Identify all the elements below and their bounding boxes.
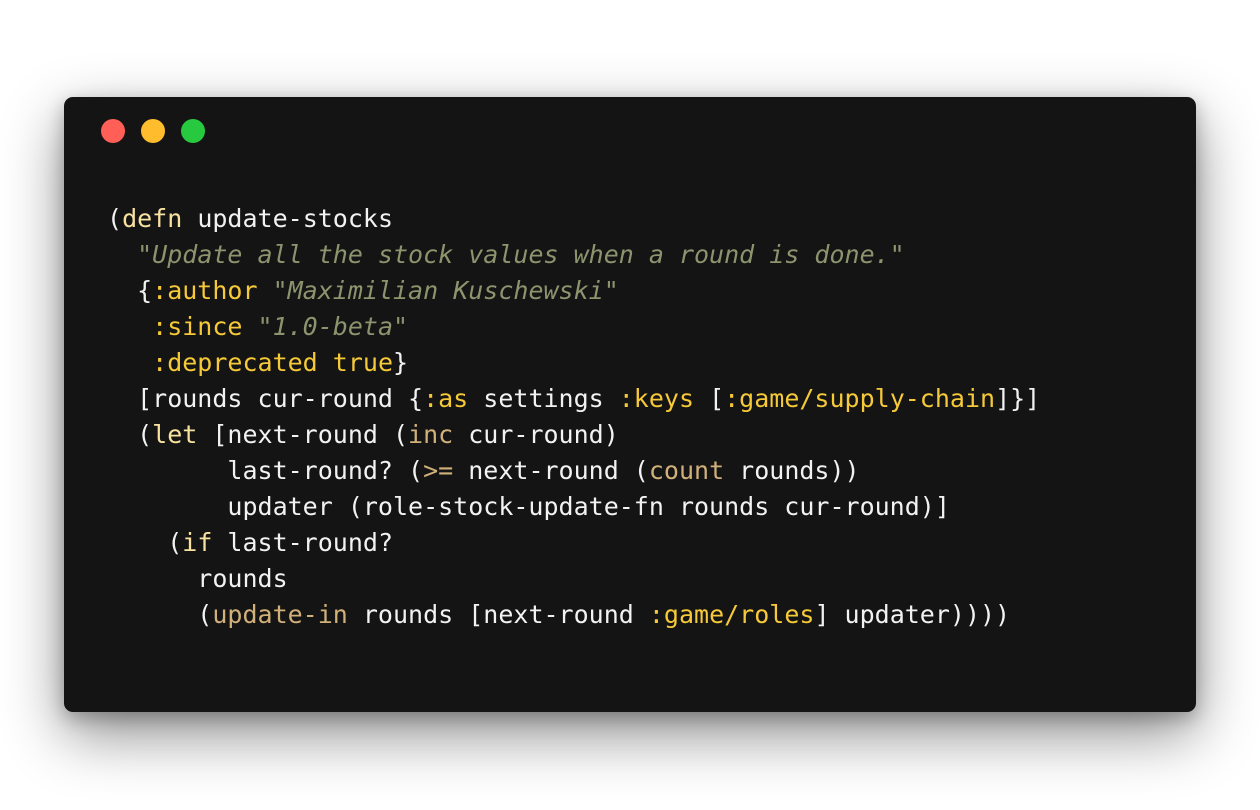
code-keyword: :deprecated bbox=[152, 348, 318, 377]
code-text: [rounds cur-round { bbox=[107, 384, 424, 413]
code-text: [next-round ( bbox=[197, 420, 409, 449]
code-text: ( bbox=[107, 420, 153, 449]
code-keyword: :game/roles bbox=[648, 600, 815, 629]
code-special-form: defn bbox=[122, 204, 183, 233]
code-text: next-round ( bbox=[453, 456, 649, 485]
code-window: (defn update-stocks "Update all the stoc… bbox=[64, 97, 1196, 712]
code-text: last-round? ( bbox=[107, 456, 424, 485]
code-line: :since "1.0-beta" bbox=[107, 309, 1040, 345]
code-text: settings bbox=[468, 384, 619, 413]
code-text: last-round? bbox=[212, 528, 393, 557]
window-controls bbox=[101, 119, 205, 143]
minimize-dot-icon[interactable] bbox=[141, 119, 165, 143]
code-text: cur-round) bbox=[453, 420, 619, 449]
code-function: inc bbox=[408, 420, 454, 449]
code-line: (if last-round? bbox=[107, 525, 1040, 561]
code-text: rounds)) bbox=[724, 456, 860, 485]
code-keyword: :as bbox=[423, 384, 469, 413]
code-line: [rounds cur-round {:as settings :keys [:… bbox=[107, 381, 1040, 417]
code-text: ( bbox=[107, 600, 213, 629]
code-function: update-in bbox=[212, 600, 348, 629]
maximize-dot-icon[interactable] bbox=[181, 119, 205, 143]
code-keyword: true bbox=[332, 348, 394, 377]
close-dot-icon[interactable] bbox=[101, 119, 125, 143]
code-line: {:author "Maximilian Kuschewski" bbox=[107, 273, 1040, 309]
code-text: ] updater)))) bbox=[814, 600, 1011, 629]
code-text: } bbox=[393, 348, 409, 377]
code-special-form: let bbox=[152, 420, 198, 449]
code-text: ]}] bbox=[995, 384, 1041, 413]
code-text: ( bbox=[107, 528, 183, 557]
code-block: (defn update-stocks "Update all the stoc… bbox=[107, 201, 1040, 633]
code-line: (let [next-round (inc cur-round) bbox=[107, 417, 1040, 453]
code-text: [ bbox=[694, 384, 725, 413]
code-line: (defn update-stocks bbox=[107, 201, 1040, 237]
code-text: ( bbox=[107, 204, 123, 233]
code-text: updater (role-stock-update-fn rounds cur… bbox=[107, 492, 950, 521]
code-line: rounds bbox=[107, 561, 1040, 597]
code-line: updater (role-stock-update-fn rounds cur… bbox=[107, 489, 1040, 525]
code-line: :deprecated true} bbox=[107, 345, 1040, 381]
code-keyword: :author bbox=[152, 276, 258, 305]
code-string: "1.0-beta" bbox=[257, 312, 409, 341]
code-line: "Update all the stock values when a roun… bbox=[107, 237, 1040, 273]
code-function: >= bbox=[423, 456, 454, 485]
code-keyword: :since bbox=[152, 312, 243, 341]
code-function: count bbox=[648, 456, 725, 485]
code-keyword: :keys bbox=[618, 384, 695, 413]
code-text: rounds bbox=[107, 564, 288, 593]
code-special-form: if bbox=[182, 528, 213, 557]
code-keyword: :game/supply-chain bbox=[724, 384, 996, 413]
code-string: "Update all the stock values when a roun… bbox=[137, 240, 905, 269]
code-line: last-round? (>= next-round (count rounds… bbox=[107, 453, 1040, 489]
code-text: rounds [next-round bbox=[347, 600, 649, 629]
code-string: "Maximilian Kuschewski" bbox=[272, 276, 619, 305]
code-text: update-stocks bbox=[182, 204, 393, 233]
code-text: { bbox=[107, 276, 153, 305]
code-line: (update-in rounds [next-round :game/role… bbox=[107, 597, 1040, 633]
